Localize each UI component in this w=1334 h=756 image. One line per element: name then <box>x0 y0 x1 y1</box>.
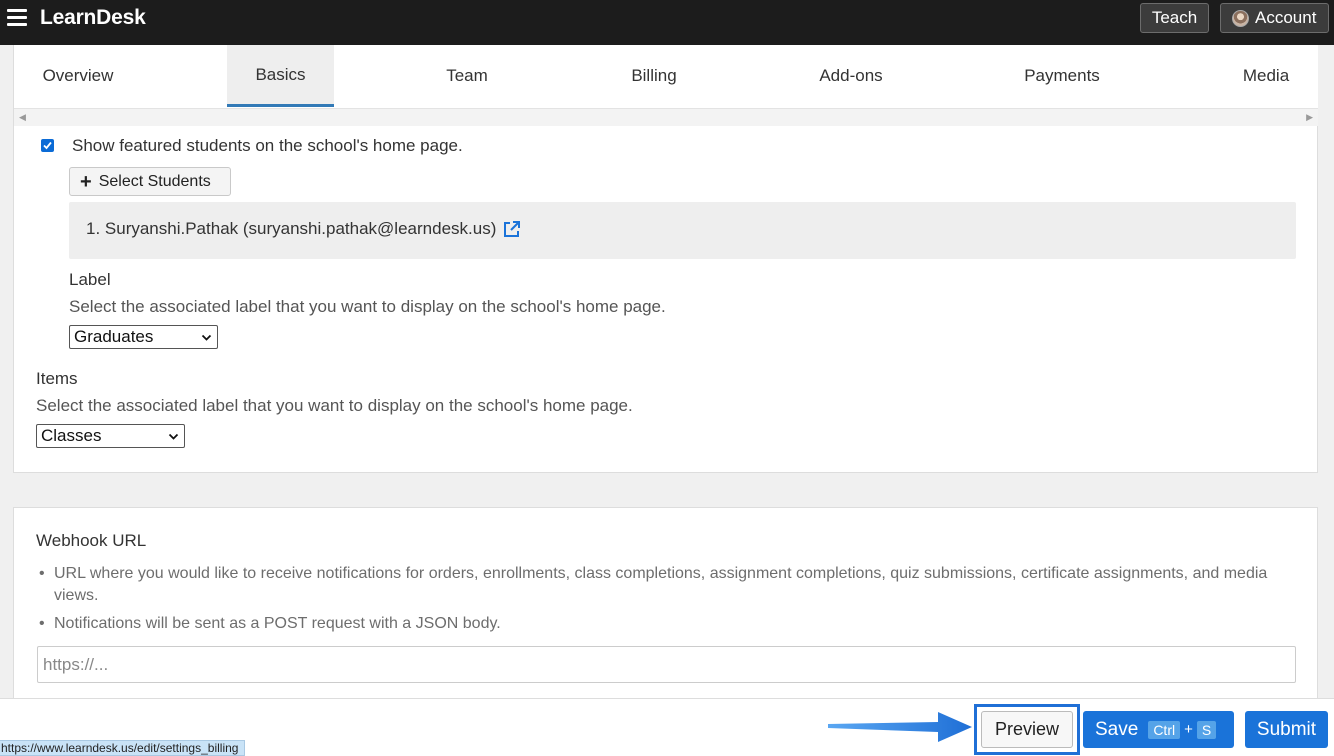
tab-add-ons[interactable]: Add-ons <box>801 45 901 107</box>
tab-overview[interactable]: Overview <box>14 45 142 107</box>
preview-button[interactable]: Preview <box>981 711 1073 748</box>
scroll-right-icon[interactable]: ▶ <box>1306 112 1313 123</box>
label-description: Select the associated label that you wan… <box>69 297 666 316</box>
top-navbar: LearnDesk Teach Account <box>0 0 1334 45</box>
webhook-heading: Webhook URL <box>36 531 147 550</box>
label-heading: Label <box>69 270 111 289</box>
tabs-scrollbar[interactable]: ◀ ▶ <box>14 108 1318 126</box>
list-item: URL where you would like to receive noti… <box>37 563 1287 607</box>
webhook-notes: URL where you would like to receive noti… <box>37 563 1287 641</box>
webhook-card: Webhook URL URL where you would like to … <box>13 507 1318 707</box>
chevron-down-icon <box>201 334 212 341</box>
shortcut-s: S <box>1196 720 1217 739</box>
shortcut-plus: + <box>1184 721 1193 738</box>
items-heading: Items <box>36 369 78 388</box>
featured-students-checkbox[interactable] <box>41 139 54 152</box>
student-entry: 1. Suryanshi.Pathak (suryanshi.pathak@le… <box>86 219 497 238</box>
featured-students-label: Show featured students on the school's h… <box>72 136 463 155</box>
label-select-value: Graduates <box>74 327 154 346</box>
submit-button[interactable]: Submit <box>1245 711 1328 748</box>
list-item: 1. Suryanshi.Pathak (suryanshi.pathak@le… <box>86 219 521 239</box>
tab-team[interactable]: Team <box>422 45 512 107</box>
external-link-icon[interactable] <box>502 220 521 239</box>
shortcut-ctrl: Ctrl <box>1148 720 1181 739</box>
select-students-label: Select Students <box>98 172 211 190</box>
chevron-down-icon <box>168 433 179 440</box>
featured-students-list: 1. Suryanshi.Pathak (suryanshi.pathak@le… <box>69 202 1296 259</box>
webhook-url-input[interactable] <box>37 646 1296 683</box>
status-bar-url: https://www.learndesk.us/edit/settings_b… <box>0 740 246 756</box>
items-description: Select the associated label that you wan… <box>36 396 633 415</box>
annotation-arrow-icon <box>828 712 972 742</box>
account-button[interactable]: Account <box>1220 3 1329 33</box>
hamburger-menu-icon[interactable] <box>7 9 27 27</box>
brand-logo[interactable]: LearnDesk <box>40 6 146 30</box>
tab-billing[interactable]: Billing <box>604 45 704 107</box>
select-students-button[interactable]: + Select Students <box>69 167 231 196</box>
settings-card: Overview Basics Team Billing Add-ons Pay… <box>13 45 1318 473</box>
tab-payments[interactable]: Payments <box>1007 45 1117 107</box>
plus-icon: + <box>80 170 92 193</box>
list-item: Notifications will be sent as a POST req… <box>37 613 1287 635</box>
scroll-left-icon[interactable]: ◀ <box>19 112 26 123</box>
avatar <box>1232 9 1249 27</box>
account-label: Account <box>1255 8 1317 27</box>
tab-media[interactable]: Media <box>1228 45 1304 107</box>
teach-button[interactable]: Teach <box>1140 3 1209 33</box>
tab-basics[interactable]: Basics <box>227 45 334 107</box>
save-button[interactable]: Save Ctrl + S <box>1083 711 1234 748</box>
items-select[interactable]: Classes <box>36 424 185 448</box>
save-label: Save <box>1095 718 1139 740</box>
settings-tabs: Overview Basics Team Billing Add-ons Pay… <box>14 45 1318 108</box>
items-select-value: Classes <box>41 426 102 445</box>
label-select[interactable]: Graduates <box>69 325 218 349</box>
